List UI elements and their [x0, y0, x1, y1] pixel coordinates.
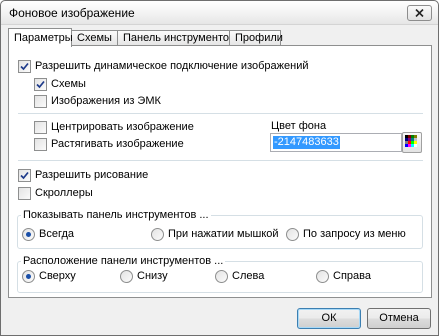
- checkmark-icon: [20, 171, 29, 180]
- position-bottom-label: Снизу: [137, 270, 168, 282]
- ok-button[interactable]: ОК: [297, 308, 361, 329]
- scrollers-checkbox[interactable]: [18, 187, 31, 200]
- toolbar-position-title: Расположение панели инструментов ...: [21, 255, 226, 268]
- bg-color-input[interactable]: -2147483633: [270, 133, 402, 152]
- divider: [18, 113, 423, 114]
- center-image-checkbox[interactable]: [34, 121, 47, 134]
- cancel-button[interactable]: Отмена: [367, 308, 431, 329]
- position-left-radio[interactable]: [215, 270, 228, 283]
- close-button[interactable]: [407, 5, 432, 21]
- allow-drawing-checkbox[interactable]: [18, 169, 31, 182]
- show-on-menu-label: По запросу из меню: [303, 228, 406, 240]
- radio-dot: [26, 232, 31, 237]
- tab-toolbar[interactable]: Панель инструментов: [117, 30, 235, 46]
- radio-dot: [26, 274, 31, 279]
- show-always-radio[interactable]: [22, 228, 35, 241]
- scrollers-label: Скроллеры: [35, 187, 93, 199]
- show-on-click-radio[interactable]: [151, 228, 164, 241]
- schemes-checkbox[interactable]: [34, 78, 47, 91]
- checkmark-icon: [20, 62, 29, 71]
- dialog-window: Фоновое изображение Параметры Схемы Пане…: [0, 0, 439, 336]
- tab-parameters[interactable]: Параметры: [8, 28, 73, 47]
- show-on-click-label: При нажатии мышкой: [168, 228, 279, 240]
- show-toolbar-title: Показывать панель инструментов ...: [21, 209, 211, 222]
- stretch-image-checkbox[interactable]: [34, 138, 47, 151]
- position-top-radio[interactable]: [22, 270, 35, 283]
- palette-icon: [405, 135, 417, 147]
- bg-color-value: -2147483633: [273, 136, 340, 149]
- position-bottom-radio[interactable]: [120, 270, 133, 283]
- tab-panel-parameters: Разрешить динамическое подключение изобр…: [8, 45, 432, 298]
- emk-images-label: Изображения из ЭМК: [51, 95, 161, 107]
- divider: [18, 160, 423, 161]
- close-icon: [415, 9, 424, 17]
- position-right-radio[interactable]: [316, 270, 329, 283]
- tab-schemes[interactable]: Схемы: [71, 30, 118, 46]
- allow-dynamic-label: Разрешить динамическое подключение изобр…: [35, 60, 309, 72]
- color-palette-button[interactable]: [402, 132, 422, 153]
- title-bar: Фоновое изображение: [1, 1, 438, 25]
- allow-dynamic-checkbox[interactable]: [18, 60, 31, 73]
- checkmark-icon: [36, 80, 45, 89]
- show-always-label: Всегда: [39, 228, 75, 240]
- allow-drawing-label: Разрешить рисование: [35, 169, 149, 181]
- center-image-label: Центрировать изображение: [51, 121, 194, 133]
- position-left-label: Слева: [232, 270, 265, 282]
- tab-profiles[interactable]: Профили: [229, 30, 283, 46]
- show-on-menu-radio[interactable]: [286, 228, 299, 241]
- schemes-label: Схемы: [51, 78, 86, 90]
- emk-images-checkbox[interactable]: [34, 95, 47, 108]
- window-title: Фоновое изображение: [9, 6, 135, 20]
- position-top-label: Сверху: [39, 270, 76, 282]
- bg-color-label: Цвет фона: [271, 120, 327, 132]
- position-right-label: Справа: [333, 270, 371, 282]
- stretch-image-label: Растягивать изображение: [51, 138, 184, 150]
